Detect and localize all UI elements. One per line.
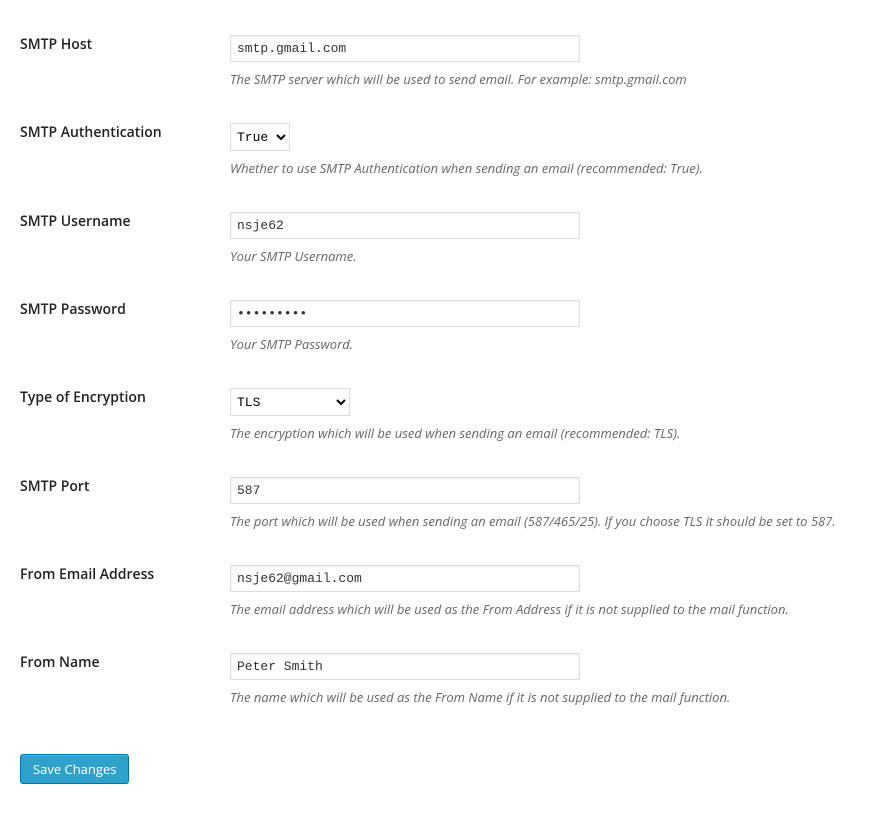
label-smtp-password: SMTP Password [20,285,230,373]
smtp-settings-form: SMTP Host The SMTP server which will be … [20,20,872,726]
desc-smtp-password: Your SMTP Password. [230,335,862,353]
label-smtp-host: SMTP Host [20,20,230,108]
desc-smtp-host: The SMTP server which will be used to se… [230,70,862,88]
label-encryption: Type of Encryption [20,373,230,462]
desc-from-name: The name which will be used as the From … [230,688,862,706]
label-from-email: From Email Address [20,550,230,638]
row-from-name: From Name The name which will be used as… [20,638,872,726]
smtp-host-input[interactable] [230,35,580,62]
smtp-username-input[interactable] [230,212,580,239]
desc-smtp-port: The port which will be used when sending… [230,512,862,530]
row-smtp-password: SMTP Password Your SMTP Password. [20,285,872,373]
row-smtp-host: SMTP Host The SMTP server which will be … [20,20,872,108]
row-smtp-username: SMTP Username Your SMTP Username. [20,197,872,285]
submit-row: Save Changes [20,739,872,799]
desc-from-email: The email address which will be used as … [230,600,862,618]
smtp-password-input[interactable] [230,300,580,327]
desc-encryption: The encryption which will be used when s… [230,424,862,442]
encryption-select[interactable]: TLS [230,388,350,416]
save-changes-button[interactable]: Save Changes [20,754,129,784]
smtp-auth-select[interactable]: True [230,123,290,151]
row-from-email: From Email Address The email address whi… [20,550,872,638]
label-smtp-auth: SMTP Authentication [20,108,230,197]
row-encryption: Type of Encryption TLS The encryption wh… [20,373,872,462]
smtp-port-input[interactable] [230,477,580,504]
label-smtp-port: SMTP Port [20,462,230,550]
from-name-input[interactable] [230,653,580,680]
desc-smtp-auth: Whether to use SMTP Authentication when … [230,159,862,177]
from-email-input[interactable] [230,565,580,592]
row-smtp-auth: SMTP Authentication True Whether to use … [20,108,872,197]
label-smtp-username: SMTP Username [20,197,230,285]
row-smtp-port: SMTP Port The port which will be used wh… [20,462,872,550]
desc-smtp-username: Your SMTP Username. [230,247,862,265]
label-from-name: From Name [20,638,230,726]
